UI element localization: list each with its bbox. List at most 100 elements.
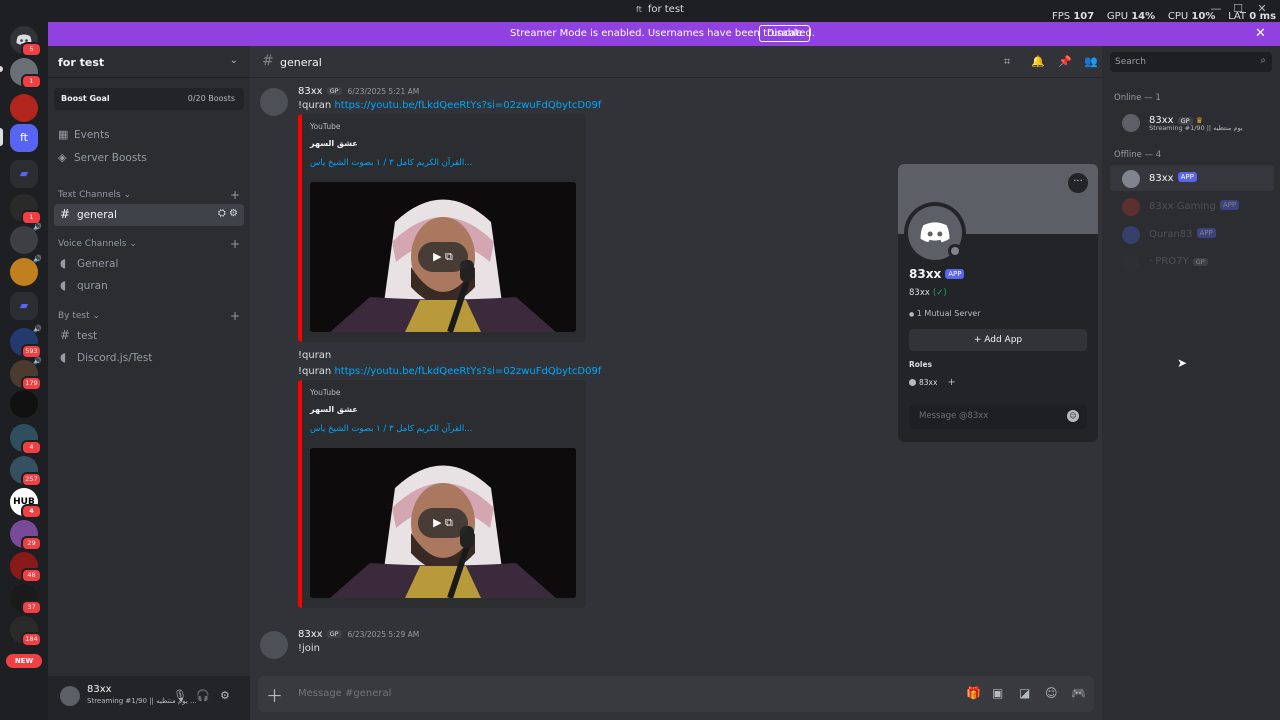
- gear-icon[interactable]: ⚙: [229, 208, 238, 219]
- server-icon-3[interactable]: [10, 94, 38, 122]
- add-attachment-icon[interactable]: ＋: [266, 682, 283, 707]
- guild-tag: GP: [326, 630, 342, 638]
- pin-icon[interactable]: 📌: [1058, 55, 1072, 68]
- server-boosts-item[interactable]: ◈ Server Boosts: [58, 151, 244, 171]
- apps-icon[interactable]: 🎮: [1071, 686, 1086, 700]
- maximize-icon[interactable]: ☐: [1228, 2, 1248, 20]
- member-name: Quran83 APP: [1149, 228, 1216, 240]
- server-name: for test: [58, 56, 105, 69]
- settings-gear-icon[interactable]: ⚙: [220, 689, 230, 702]
- message-input[interactable]: [298, 688, 798, 699]
- server-badge: 37: [21, 600, 42, 615]
- speaker-icon: 🔊: [33, 223, 42, 231]
- threads-icon[interactable]: ⌗: [1004, 55, 1010, 69]
- server-icon-9[interactable]: 🔊 593: [10, 325, 42, 359]
- search-field[interactable]: Search ⌕: [1110, 52, 1272, 72]
- close-banner-icon[interactable]: ✕: [1255, 26, 1266, 41]
- minimize-icon[interactable]: —: [1206, 2, 1226, 20]
- member-item[interactable]: · PRO7Y GP: [1110, 249, 1274, 275]
- message-content: !quran https://youtu.be/fLkdQeeRtYs?si=0…: [298, 366, 601, 377]
- play-icon[interactable]: ▶ ⧉: [418, 242, 468, 272]
- message-link[interactable]: https://youtu.be/fLkdQeeRtYs?si=02zwuFdQ…: [334, 366, 601, 377]
- window-title-icon: ft: [636, 5, 642, 14]
- video-thumbnail[interactable]: ▶ ⧉: [310, 182, 576, 332]
- boost-goal-bar[interactable]: Boost Goal 0/20 Boosts: [54, 88, 244, 110]
- direct-message-input[interactable]: Message @83xx ☺: [909, 405, 1087, 429]
- embed-author[interactable]: عشق السهر: [310, 139, 358, 148]
- events-item[interactable]: ▦ Events: [58, 128, 244, 148]
- category-text-channels[interactable]: Text Channels ⌄ +: [58, 188, 244, 202]
- server-icon-16[interactable]: 48: [10, 552, 42, 583]
- avatar[interactable]: [260, 88, 288, 116]
- server-badge: 179: [21, 376, 42, 391]
- new-badge[interactable]: NEW: [6, 654, 42, 668]
- emoji-icon[interactable]: ☺: [1045, 686, 1058, 700]
- server-icon-hub[interactable]: HUB 4: [10, 488, 42, 519]
- chevron-down-icon: ⌄: [123, 190, 132, 200]
- add-app-button[interactable]: + Add App: [909, 329, 1087, 351]
- microphone-icon[interactable]: 🎙: [173, 689, 187, 702]
- embed-title[interactable]: القرآن الكريم كامل ٣ / ١ بصوت الشيخ ياس.…: [310, 158, 472, 168]
- channel-voice-quran[interactable]: ◖ quran: [54, 275, 244, 297]
- selected-pill: [0, 128, 3, 146]
- message-link[interactable]: https://youtu.be/fLkdQeeRtYs?si=02zwuFdQ…: [334, 100, 601, 111]
- category-voice-channels[interactable]: Voice Channels ⌄ +: [58, 237, 244, 251]
- add-channel-icon[interactable]: +: [230, 309, 240, 323]
- server-header[interactable]: for test ⌄: [48, 46, 250, 78]
- headphones-icon[interactable]: 🎧: [196, 689, 210, 702]
- gift-icon[interactable]: 🎁: [966, 686, 981, 700]
- channel-discordjs-test[interactable]: ◖ Discord.js/Test: [54, 347, 244, 369]
- chevron-down-icon: ⌄: [129, 239, 137, 249]
- member-list-icon[interactable]: 👥: [1084, 55, 1098, 68]
- server-icon-11[interactable]: [10, 390, 38, 418]
- home-button[interactable]: 5: [10, 26, 42, 57]
- server-icon-ft[interactable]: ft: [10, 124, 38, 152]
- server-icon-18[interactable]: 184: [10, 616, 42, 647]
- sticker-icon[interactable]: ◪: [1019, 686, 1030, 700]
- folder-icon[interactable]: ▰: [10, 160, 38, 188]
- hash-icon: #: [60, 328, 71, 342]
- server-icon-15[interactable]: 29: [10, 520, 42, 551]
- server-icon-17[interactable]: 37: [10, 584, 42, 615]
- server-icon-7[interactable]: 🔊: [10, 255, 42, 286]
- video-thumbnail[interactable]: ▶ ⧉: [310, 448, 576, 598]
- add-role-icon[interactable]: +: [947, 377, 955, 388]
- folder-icon[interactable]: ▰: [10, 292, 38, 320]
- category-by-test[interactable]: By test ⌄ +: [58, 309, 244, 323]
- member-item[interactable]: 83xx GP ♛ Streaming #1/90 || يوم منتظيه: [1110, 109, 1274, 135]
- disable-button[interactable]: Disable: [759, 25, 811, 42]
- profile-avatar[interactable]: [904, 202, 966, 264]
- add-channel-icon[interactable]: +: [230, 237, 240, 251]
- member-item[interactable]: Quran83 APP: [1110, 221, 1274, 247]
- server-icon-10[interactable]: 🔊 179: [10, 357, 42, 391]
- boost-gem-icon: ◈: [58, 151, 67, 164]
- embed-author[interactable]: عشق السهر: [310, 405, 358, 414]
- server-icon-13[interactable]: 257: [10, 456, 42, 487]
- channel-general[interactable]: # general ⛭ ⚙: [54, 204, 244, 226]
- unread-pill: [0, 66, 3, 72]
- author-name[interactable]: 83xx: [298, 629, 323, 640]
- server-icon-gp[interactable]: 1: [10, 194, 42, 225]
- bell-icon[interactable]: 🔔: [1031, 55, 1045, 68]
- embed-title[interactable]: القرآن الكريم كامل ٣ / ١ بصوت الشيخ ياس.…: [310, 424, 472, 434]
- add-channel-icon[interactable]: +: [230, 188, 240, 202]
- mutual-servers[interactable]: ● 1 Mutual Server: [909, 309, 981, 318]
- play-icon[interactable]: ▶ ⧉: [418, 508, 468, 538]
- emoji-icon[interactable]: ☺: [1067, 410, 1079, 422]
- gif-icon[interactable]: ▣: [992, 686, 1003, 700]
- author-name[interactable]: 83xx: [298, 86, 323, 97]
- invite-icon[interactable]: ⛭: [218, 208, 226, 219]
- more-options-icon[interactable]: ···: [1068, 173, 1088, 193]
- channel-voice-general[interactable]: ◖ General: [54, 253, 244, 275]
- avatar: [1122, 254, 1140, 272]
- close-window-icon[interactable]: ✕: [1252, 2, 1272, 20]
- server-icon-6[interactable]: 🔊: [10, 223, 42, 254]
- avatar[interactable]: [260, 631, 288, 659]
- avatar[interactable]: [60, 686, 80, 706]
- role-chip[interactable]: 83xx +: [909, 377, 956, 388]
- server-icon-12[interactable]: 4: [10, 424, 42, 455]
- channel-test[interactable]: # test: [54, 325, 244, 347]
- member-item[interactable]: 83xx Gaming APP: [1110, 193, 1274, 219]
- server-icon-2[interactable]: 1: [10, 58, 42, 89]
- member-item-selected[interactable]: 83xx APP: [1110, 165, 1274, 191]
